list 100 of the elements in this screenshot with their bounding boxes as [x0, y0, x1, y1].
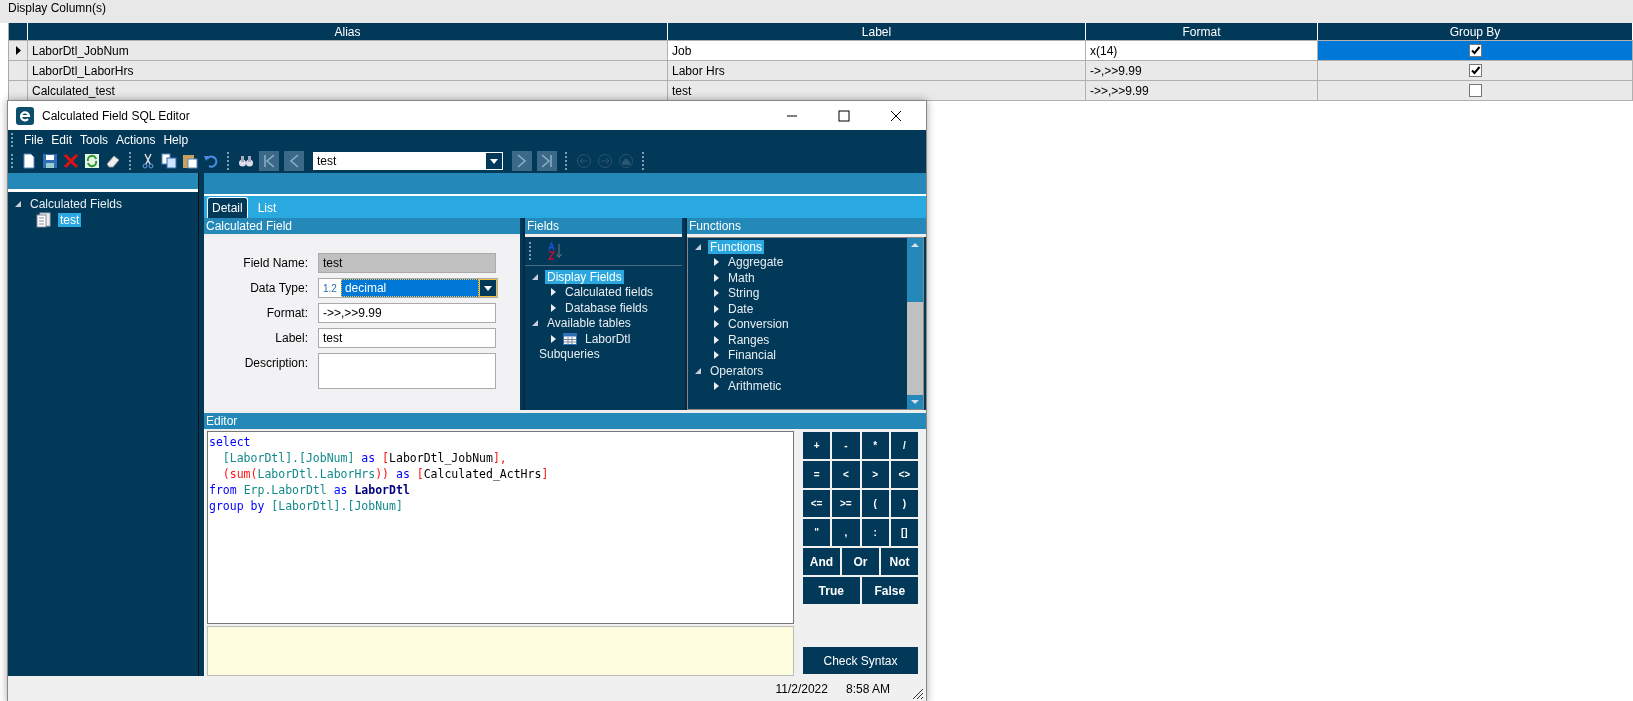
- expander-icon[interactable]: [712, 382, 720, 391]
- refresh-icon[interactable]: [84, 153, 100, 169]
- operator-button[interactable]: []: [890, 519, 918, 546]
- menu-item[interactable]: Edit: [51, 132, 73, 147]
- tree-item[interactable]: Subqueries: [537, 347, 602, 362]
- operator-button[interactable]: /: [890, 432, 918, 459]
- operator-button[interactable]: Not: [881, 548, 918, 575]
- column-header[interactable]: Format: [1086, 23, 1318, 40]
- field-label: Description:: [243, 355, 309, 372]
- panel-header: Fields: [525, 218, 682, 237]
- tree-item[interactable]: Date: [726, 301, 756, 316]
- data-type-dropdown[interactable]: 1.2 decimal: [318, 278, 498, 298]
- record-dropdown[interactable]: test: [313, 152, 503, 170]
- tree-item[interactable]: Financial: [726, 348, 779, 363]
- code-line: (sum(LaborDtl.LaborHrs)) as [Calculated_ActHrs]: [221, 466, 549, 482]
- sql-editor[interactable]: select [LaborDtl].[JobNum] as [LaborDtl_JobNum], (sum(LaborDtl.LaborHrs)) as [Calculated_ActHrs] from Erp.LaborDtl as LaborDtl group by [LaborDtl].[JobNum]: [207, 431, 794, 624]
- expander-icon[interactable]: [549, 303, 557, 312]
- code-line: [LaborDtl].[JobNum] as [LaborDtl_JobNum],: [221, 450, 507, 466]
- eraser-icon[interactable]: [105, 153, 121, 169]
- operator-button[interactable]: <=: [803, 490, 831, 517]
- table-cell: Calculated_test: [28, 81, 668, 100]
- delete-icon[interactable]: [63, 153, 79, 169]
- tree-item[interactable]: Calculated fields: [563, 285, 656, 300]
- tree-item[interactable]: String: [726, 286, 762, 301]
- input-field[interactable]: test: [318, 328, 496, 348]
- checkbox[interactable]: [1468, 44, 1482, 57]
- tree-item[interactable]: Calculated Fields: [28, 197, 125, 211]
- operator-button[interactable]: ": [803, 519, 831, 546]
- expander-icon[interactable]: [712, 258, 720, 267]
- column-header[interactable]: Label: [668, 23, 1086, 40]
- expander-icon[interactable]: [531, 272, 539, 281]
- resize-grip-icon[interactable]: [912, 688, 924, 700]
- operator-button[interactable]: =: [803, 461, 831, 488]
- previous-icon: [288, 154, 300, 168]
- new-document-icon[interactable]: [21, 153, 37, 169]
- expander-icon[interactable]: [549, 288, 557, 297]
- tree-item[interactable]: Available tables: [545, 316, 633, 331]
- scrollbar[interactable]: [907, 238, 923, 409]
- operator-button[interactable]: <>: [890, 461, 918, 488]
- operator-button[interactable]: And: [803, 548, 840, 575]
- section-title: Display Column(s): [0, 0, 1633, 23]
- expander-icon[interactable]: [531, 319, 539, 328]
- expander-icon[interactable]: [694, 242, 702, 251]
- operator-button[interactable]: (: [861, 490, 889, 517]
- operator-button[interactable]: False: [861, 577, 918, 604]
- expander-icon[interactable]: [694, 366, 702, 375]
- expander-icon[interactable]: [712, 273, 720, 282]
- maximize-icon[interactable]: [838, 109, 850, 122]
- operator-button[interactable]: ): [890, 490, 918, 517]
- code-line: from Erp.LaborDtl as LaborDtl: [209, 482, 410, 498]
- caret-icon: [490, 158, 498, 164]
- operator-button[interactable]: *: [861, 432, 889, 459]
- operator-button[interactable]: :: [861, 519, 889, 546]
- tree-item[interactable]: Database fields: [563, 300, 650, 315]
- expander-icon[interactable]: [549, 334, 557, 343]
- menu-item[interactable]: Tools: [80, 132, 109, 147]
- operator-button[interactable]: >: [861, 461, 889, 488]
- panel-header: Calculated Field: [204, 218, 520, 237]
- operator-button[interactable]: <: [832, 461, 860, 488]
- tree-item[interactable]: Arithmetic: [726, 379, 784, 394]
- menu-item[interactable]: File: [24, 132, 44, 147]
- expander-icon[interactable]: [14, 200, 22, 208]
- expander-icon[interactable]: [712, 289, 720, 298]
- checkbox[interactable]: [1468, 84, 1482, 97]
- expander-icon[interactable]: [712, 304, 720, 313]
- current-row-icon: [14, 46, 22, 55]
- checkbox[interactable]: [1468, 64, 1482, 77]
- operator-button[interactable]: Or: [842, 548, 879, 575]
- tree-item[interactable]: Aggregate: [726, 255, 786, 270]
- operator-button[interactable]: >=: [832, 490, 860, 517]
- close-icon[interactable]: [890, 109, 902, 122]
- save-icon[interactable]: [42, 153, 58, 169]
- tree-item[interactable]: Ranges: [726, 332, 772, 347]
- expander-icon[interactable]: [712, 335, 720, 344]
- tree-item[interactable]: Conversion: [726, 317, 791, 332]
- menu-item[interactable]: Help: [163, 132, 189, 147]
- operator-button[interactable]: True: [803, 577, 860, 604]
- tree-item[interactable]: Math: [726, 270, 757, 285]
- tab[interactable]: Detail: [207, 197, 248, 218]
- expander-icon[interactable]: [712, 320, 720, 329]
- row-indicator[interactable]: [9, 41, 28, 60]
- tree-item[interactable]: Operators: [708, 363, 766, 378]
- binoculars-icon[interactable]: [238, 153, 254, 169]
- menu-item[interactable]: Actions: [116, 132, 156, 147]
- operator-button[interactable]: +: [803, 432, 831, 459]
- column-header[interactable]: Group By: [1318, 23, 1633, 40]
- document-stack-icon: [36, 212, 52, 228]
- tree-item[interactable]: LaborDtl: [583, 331, 633, 346]
- undo-icon[interactable]: [203, 153, 219, 169]
- expander-icon[interactable]: [712, 351, 720, 360]
- app-logo-icon: [16, 106, 34, 125]
- input-field[interactable]: ->>,>>9.99: [318, 303, 496, 323]
- description-field[interactable]: [318, 353, 496, 389]
- copy-icon[interactable]: [161, 153, 177, 169]
- check-syntax-button[interactable]: Check Syntax: [803, 647, 918, 674]
- cut-icon[interactable]: [140, 153, 156, 169]
- operator-button[interactable]: -: [832, 432, 860, 459]
- column-header[interactable]: Alias: [28, 23, 668, 40]
- operator-button[interactable]: ,: [832, 519, 860, 546]
- paste-icon[interactable]: [182, 153, 198, 169]
